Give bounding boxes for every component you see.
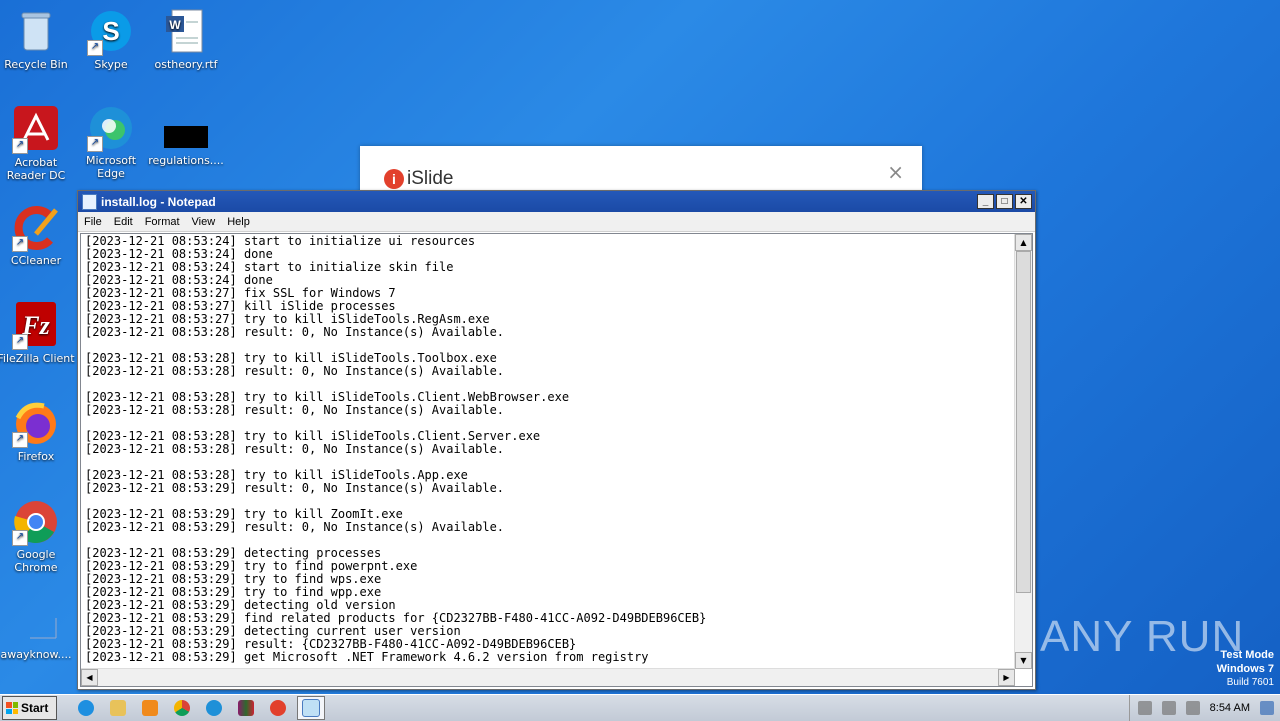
taskbar-ie[interactable] <box>73 697 99 719</box>
taskbar-chrome[interactable] <box>169 697 195 719</box>
desktop-icon-acrobat[interactable]: ↗ Acrobat Reader DC <box>0 106 75 182</box>
islide-close-button[interactable]: × <box>887 160 904 184</box>
ie-icon <box>78 700 94 716</box>
ccleaner-icon: ↗ <box>12 204 60 252</box>
shortcut-arrow-icon: ↗ <box>87 40 103 56</box>
taskbar-media-player[interactable] <box>137 697 163 719</box>
minimize-button[interactable]: _ <box>977 194 994 209</box>
word-document-icon: W <box>162 8 210 56</box>
desktop-icon-recycle-bin[interactable]: Recycle Bin <box>0 8 75 71</box>
log-text[interactable]: [2023-12-21 08:53:24] start to initializ… <box>85 235 1012 666</box>
file-icon <box>162 104 210 152</box>
log-line: [2023-12-21 08:53:29] get Microsoft .NET… <box>85 650 649 664</box>
desktop-icon-ccleaner[interactable]: ↗ CCleaner <box>0 204 75 267</box>
acrobat-icon: ↗ <box>12 106 60 154</box>
notepad-icon <box>302 699 320 717</box>
window-controls: _ □ ✕ <box>977 194 1032 209</box>
edge-icon: ↗ <box>87 104 135 152</box>
log-line: [2023-12-21 08:53:28] result: 0, No Inst… <box>85 403 505 417</box>
action-center-flag-icon[interactable] <box>1185 701 1200 715</box>
shortcut-arrow-icon: ↗ <box>12 138 28 154</box>
volume-icon[interactable] <box>1137 701 1152 715</box>
os-label: Windows 7 <box>1216 663 1274 675</box>
taskbar-notepad[interactable] <box>297 696 325 720</box>
clock[interactable]: 8:54 AM <box>1210 702 1250 714</box>
shortcut-arrow-icon: ↗ <box>12 530 28 546</box>
filezilla-icon: Fz ↗ <box>12 302 60 350</box>
scroll-left-button[interactable]: ◀ <box>81 669 98 686</box>
horizontal-scrollbar[interactable]: ◀ ▶ <box>81 668 1015 686</box>
log-line: [2023-12-21 08:53:28] result: 0, No Inst… <box>85 442 505 456</box>
desktop-icon-awayknow[interactable]: awayknow.... <box>0 598 75 661</box>
start-button[interactable]: Start <box>2 696 57 720</box>
maximize-button[interactable]: □ <box>996 194 1013 209</box>
taskbar-edge[interactable] <box>201 697 227 719</box>
log-line: [2023-12-21 08:53:29] result: 0, No Inst… <box>85 520 505 534</box>
svg-text:W: W <box>169 18 181 32</box>
network-icon[interactable] <box>1161 701 1176 715</box>
notepad-window[interactable]: install.log - Notepad _ □ ✕ File Edit Fo… <box>77 190 1036 690</box>
window-title: install.log - Notepad <box>101 194 216 209</box>
explorer-icon <box>110 700 126 716</box>
firefox-icon: ↗ <box>12 400 60 448</box>
desktop-icon-edge[interactable]: ↗ Microsoft Edge <box>72 104 150 180</box>
islide-logo: i iSlide <box>384 168 453 190</box>
desktop-icon-filezilla[interactable]: Fz ↗ FileZilla Client <box>0 302 75 365</box>
taskbar-winrar[interactable] <box>233 697 259 719</box>
skype-icon: S ↗ <box>87 8 135 56</box>
build-label: Build 7601 <box>1226 677 1274 688</box>
menu-file[interactable]: File <box>78 216 108 228</box>
scroll-down-button[interactable]: ▼ <box>1015 652 1032 669</box>
close-button[interactable]: ✕ <box>1015 194 1032 209</box>
desktop-icon-regulations[interactable]: regulations.... <box>147 104 225 167</box>
menu-view[interactable]: View <box>186 216 222 228</box>
scroll-up-button[interactable]: ▲ <box>1015 234 1032 251</box>
desktop-icon-firefox[interactable]: ↗ Firefox <box>0 400 75 463</box>
system-tray: 8:54 AM <box>1128 695 1280 721</box>
menu-bar: File Edit Format View Help <box>78 212 1035 232</box>
winrar-icon <box>238 700 254 716</box>
shortcut-arrow-icon: ↗ <box>12 236 28 252</box>
test-mode-notice: Test Mode Windows 7 Build 7601 <box>1217 648 1274 690</box>
shortcut-arrow-icon: ↗ <box>87 136 103 152</box>
desktop-icon-ostheory[interactable]: W ostheory.rtf <box>147 8 225 71</box>
anyrun-watermark: ANY RUN <box>1040 612 1245 661</box>
scroll-thumb[interactable] <box>1016 251 1031 593</box>
taskbar-explorer[interactable] <box>105 697 131 719</box>
log-line: [2023-12-21 08:53:28] result: 0, No Inst… <box>85 325 505 339</box>
taskbar-apps <box>73 696 325 720</box>
chrome-icon: ↗ <box>12 498 60 546</box>
text-area[interactable]: [2023-12-21 08:53:24] start to initializ… <box>80 233 1033 687</box>
notepad-icon <box>82 193 97 210</box>
windows-logo-icon <box>6 702 18 714</box>
islide-logo-icon: i <box>384 169 404 189</box>
file-icon <box>12 598 60 646</box>
recycle-bin-icon <box>12 8 60 56</box>
log-line: [2023-12-21 08:53:29] result: 0, No Inst… <box>85 481 505 495</box>
desktop-icon-skype[interactable]: S ↗ Skype <box>72 8 150 71</box>
islide-icon <box>270 700 286 716</box>
taskbar: Start 8:54 AM <box>0 694 1280 721</box>
menu-format[interactable]: Format <box>139 216 186 228</box>
taskbar-islide[interactable] <box>265 697 291 719</box>
scroll-right-button[interactable]: ▶ <box>998 669 1015 686</box>
media-player-icon <box>142 700 158 716</box>
log-line: [2023-12-21 08:53:28] result: 0, No Inst… <box>85 364 505 378</box>
menu-help[interactable]: Help <box>221 216 256 228</box>
test-mode-label: Test Mode <box>1220 649 1274 661</box>
show-desktop-icon[interactable] <box>1260 701 1274 715</box>
edge-icon <box>206 700 222 716</box>
shortcut-arrow-icon: ↗ <box>12 432 28 448</box>
menu-edit[interactable]: Edit <box>108 216 139 228</box>
chrome-icon <box>174 700 190 716</box>
shortcut-arrow-icon: ↗ <box>12 334 28 350</box>
svg-text:S: S <box>102 16 119 46</box>
islide-title: iSlide <box>407 168 454 189</box>
notepad-title-bar[interactable]: install.log - Notepad _ □ ✕ <box>78 191 1035 212</box>
start-label: Start <box>21 701 49 715</box>
desktop-icon-chrome[interactable]: ↗ Google Chrome <box>0 498 75 574</box>
vertical-scrollbar[interactable]: ▲ ▼ <box>1014 234 1032 669</box>
